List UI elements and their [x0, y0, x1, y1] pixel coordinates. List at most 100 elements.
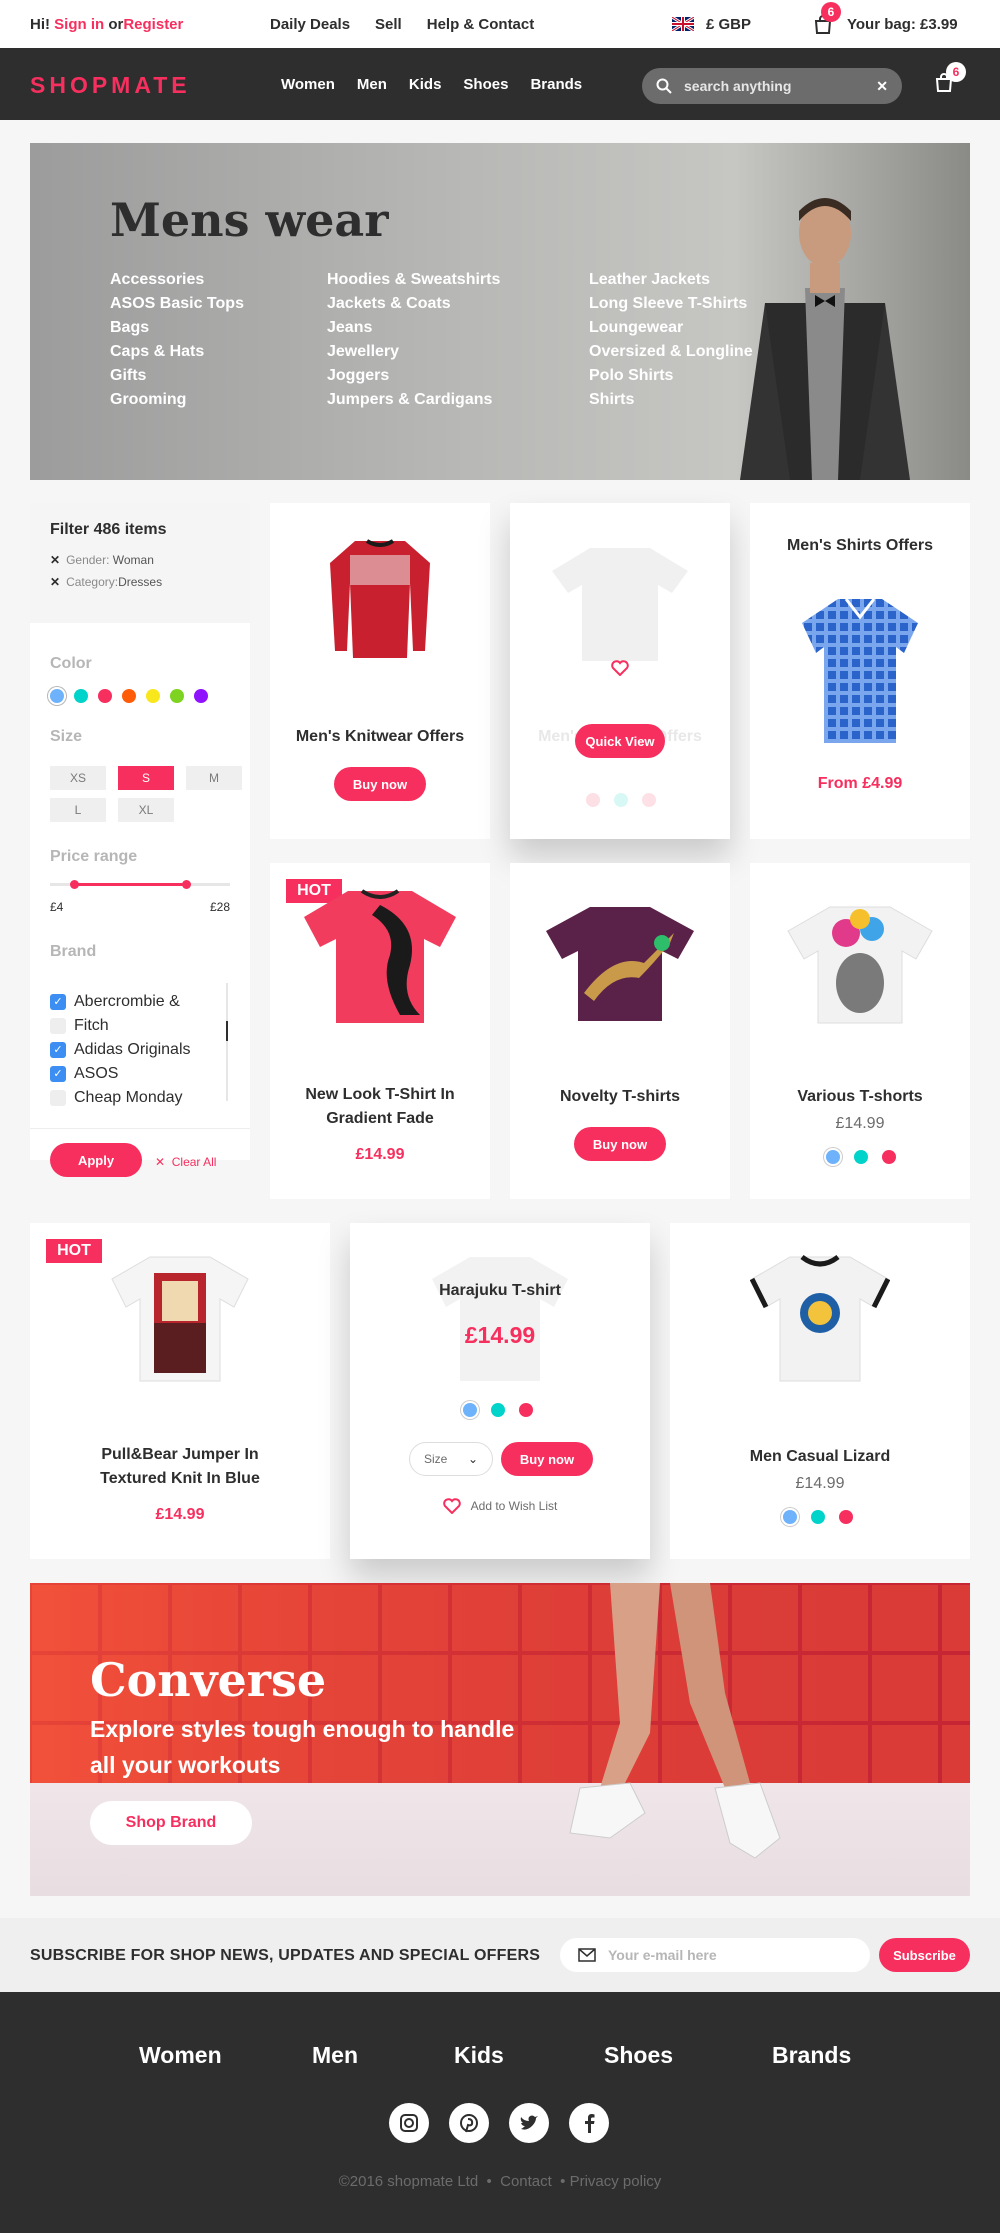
category-link[interactable]: Jackets & Coats [327, 295, 500, 313]
color-option[interactable] [783, 1510, 797, 1524]
category-link[interactable]: Gifts [110, 367, 244, 385]
add-to-wishlist-link[interactable]: Add to Wish List [350, 1498, 650, 1514]
nav-item-shoes[interactable]: Shoes [463, 76, 508, 93]
price-range-slider[interactable] [50, 880, 230, 889]
checkbox[interactable] [50, 1017, 66, 1034]
size-option-xl[interactable]: XL [118, 798, 174, 822]
category-link[interactable]: Accessories [110, 271, 244, 289]
category-link[interactable]: Grooming [110, 391, 244, 409]
currency-selector[interactable]: £ GBP [672, 16, 751, 33]
clear-all-button[interactable]: ✕ Clear All [155, 1155, 216, 1169]
color-option[interactable] [491, 1403, 505, 1417]
brand-list-scrollbar[interactable] [226, 983, 228, 1101]
nav-item-women[interactable]: Women [281, 76, 335, 93]
color-swatch-orange[interactable] [122, 689, 136, 703]
color-swatch-pink[interactable] [98, 689, 112, 703]
product-card[interactable]: Various T-shorts £14.99 [750, 863, 970, 1199]
category-link[interactable]: Joggers [327, 367, 500, 385]
nav-item-men[interactable]: Men [357, 76, 387, 93]
color-option[interactable] [882, 1150, 896, 1164]
register-link[interactable]: Register [123, 16, 183, 33]
filter-chip[interactable]: ✕ Category:Dresses [50, 575, 230, 589]
buy-now-button[interactable]: Buy now [334, 767, 426, 801]
product-card[interactable]: Novelty T-shirts Buy now [510, 863, 730, 1199]
category-link[interactable]: Hoodies & Sweatshirts [327, 271, 500, 289]
size-option-m[interactable]: M [186, 766, 242, 790]
footer-link-women[interactable]: Women [139, 2042, 312, 2069]
color-option[interactable] [839, 1510, 853, 1524]
color-swatch-blue[interactable] [50, 689, 64, 703]
color-swatch-green[interactable] [170, 689, 184, 703]
scrollbar-thumb[interactable] [226, 1021, 228, 1041]
checkbox-checked[interactable]: ✓ [50, 1065, 66, 1082]
brand-option[interactable]: Fitch [50, 1015, 191, 1036]
footer-link-shoes[interactable]: Shoes [604, 2042, 772, 2069]
nav-item-brands[interactable]: Brands [530, 76, 582, 93]
quick-view-button[interactable]: Quick View [575, 724, 665, 758]
pinterest-icon[interactable] [449, 2103, 489, 2143]
signin-link[interactable]: Sign in [54, 16, 104, 33]
brand-option[interactable]: ✓ ASOS [50, 1063, 191, 1084]
price-min-handle[interactable] [70, 880, 79, 889]
checkbox-checked[interactable]: ✓ [50, 1041, 66, 1058]
twitter-icon[interactable] [509, 2103, 549, 2143]
color-option[interactable] [811, 1510, 825, 1524]
size-option-s[interactable]: S [118, 766, 174, 790]
facebook-icon[interactable] [569, 2103, 609, 2143]
footer-link-brands[interactable]: Brands [772, 2042, 851, 2069]
contact-link[interactable]: Contact [500, 2173, 552, 2190]
color-option[interactable] [519, 1403, 533, 1417]
nav-item-kids[interactable]: Kids [409, 76, 442, 93]
product-card-hover[interactable]: Men's Hoodies Offers Quick View [510, 503, 730, 839]
price-max-handle[interactable] [182, 880, 191, 889]
color-swatch-yellow[interactable] [146, 689, 160, 703]
color-swatch-purple[interactable] [194, 689, 208, 703]
logo[interactable]: SHOPMATE [30, 72, 191, 99]
color-swatch-teal[interactable] [74, 689, 88, 703]
product-card[interactable]: HOT New Look T-Shirt In Gradient Fade £1… [270, 863, 490, 1199]
color-option[interactable] [586, 793, 600, 807]
remove-filter-icon[interactable]: ✕ [50, 575, 60, 589]
category-link[interactable]: Bags [110, 319, 244, 337]
color-option[interactable] [463, 1403, 477, 1417]
color-option[interactable] [854, 1150, 868, 1164]
filter-chip[interactable]: ✕ Gender: Woman [50, 553, 230, 567]
size-option-xs[interactable]: XS [50, 766, 106, 790]
subscribe-button[interactable]: Subscribe [879, 1938, 970, 1972]
search-input[interactable]: search anything ✕ [642, 68, 902, 104]
shop-brand-button[interactable]: Shop Brand [90, 1801, 252, 1845]
category-link[interactable]: Caps & Hats [110, 343, 244, 361]
product-card[interactable]: Men Casual Lizard £14.99 [670, 1223, 970, 1559]
checkbox[interactable] [50, 1089, 66, 1106]
sell-link[interactable]: Sell [375, 16, 402, 33]
clear-search-icon[interactable]: ✕ [876, 78, 888, 95]
product-card-expanded[interactable]: Harajuku T-shirt £14.99 Size ⌄ Buy now A… [350, 1223, 650, 1559]
brand-option[interactable]: ✓ Adidas Originals [50, 1039, 191, 1060]
footer-link-men[interactable]: Men [312, 2042, 454, 2069]
category-link[interactable]: Jeans [327, 319, 500, 337]
daily-deals-link[interactable]: Daily Deals [270, 16, 350, 33]
product-card[interactable]: Men's Knitwear Offers Buy now [270, 503, 490, 839]
product-card[interactable]: HOT Pull&Bear Jumper In Textured Knit In… [30, 1223, 330, 1559]
remove-filter-icon[interactable]: ✕ [50, 553, 60, 567]
color-option[interactable] [826, 1150, 840, 1164]
help-contact-link[interactable]: Help & Contact [427, 16, 535, 33]
buy-now-button[interactable]: Buy now [574, 1127, 666, 1161]
buy-now-button[interactable]: Buy now [501, 1442, 593, 1476]
instagram-icon[interactable] [389, 2103, 429, 2143]
checkbox-checked[interactable]: ✓ [50, 993, 66, 1010]
product-card[interactable]: Men's Shirts Offers From £4.99 [750, 503, 970, 839]
privacy-link[interactable]: Privacy policy [570, 2173, 662, 2190]
color-option[interactable] [642, 793, 656, 807]
brand-option[interactable]: Cheap Monday [50, 1087, 191, 1108]
category-link[interactable]: ASOS Basic Tops [110, 295, 244, 313]
category-link[interactable]: Jewellery [327, 343, 500, 361]
apply-button[interactable]: Apply [50, 1143, 142, 1177]
size-select[interactable]: Size ⌄ [409, 1442, 493, 1476]
brand-option[interactable]: ✓ Abercrombie & [50, 991, 191, 1012]
category-link[interactable]: Jumpers & Cardigans [327, 391, 500, 409]
size-option-l[interactable]: L [50, 798, 106, 822]
email-field[interactable]: Your e-mail here [560, 1938, 870, 1972]
color-option[interactable] [614, 793, 628, 807]
nav-bag-icon[interactable]: 6 [934, 62, 966, 97]
